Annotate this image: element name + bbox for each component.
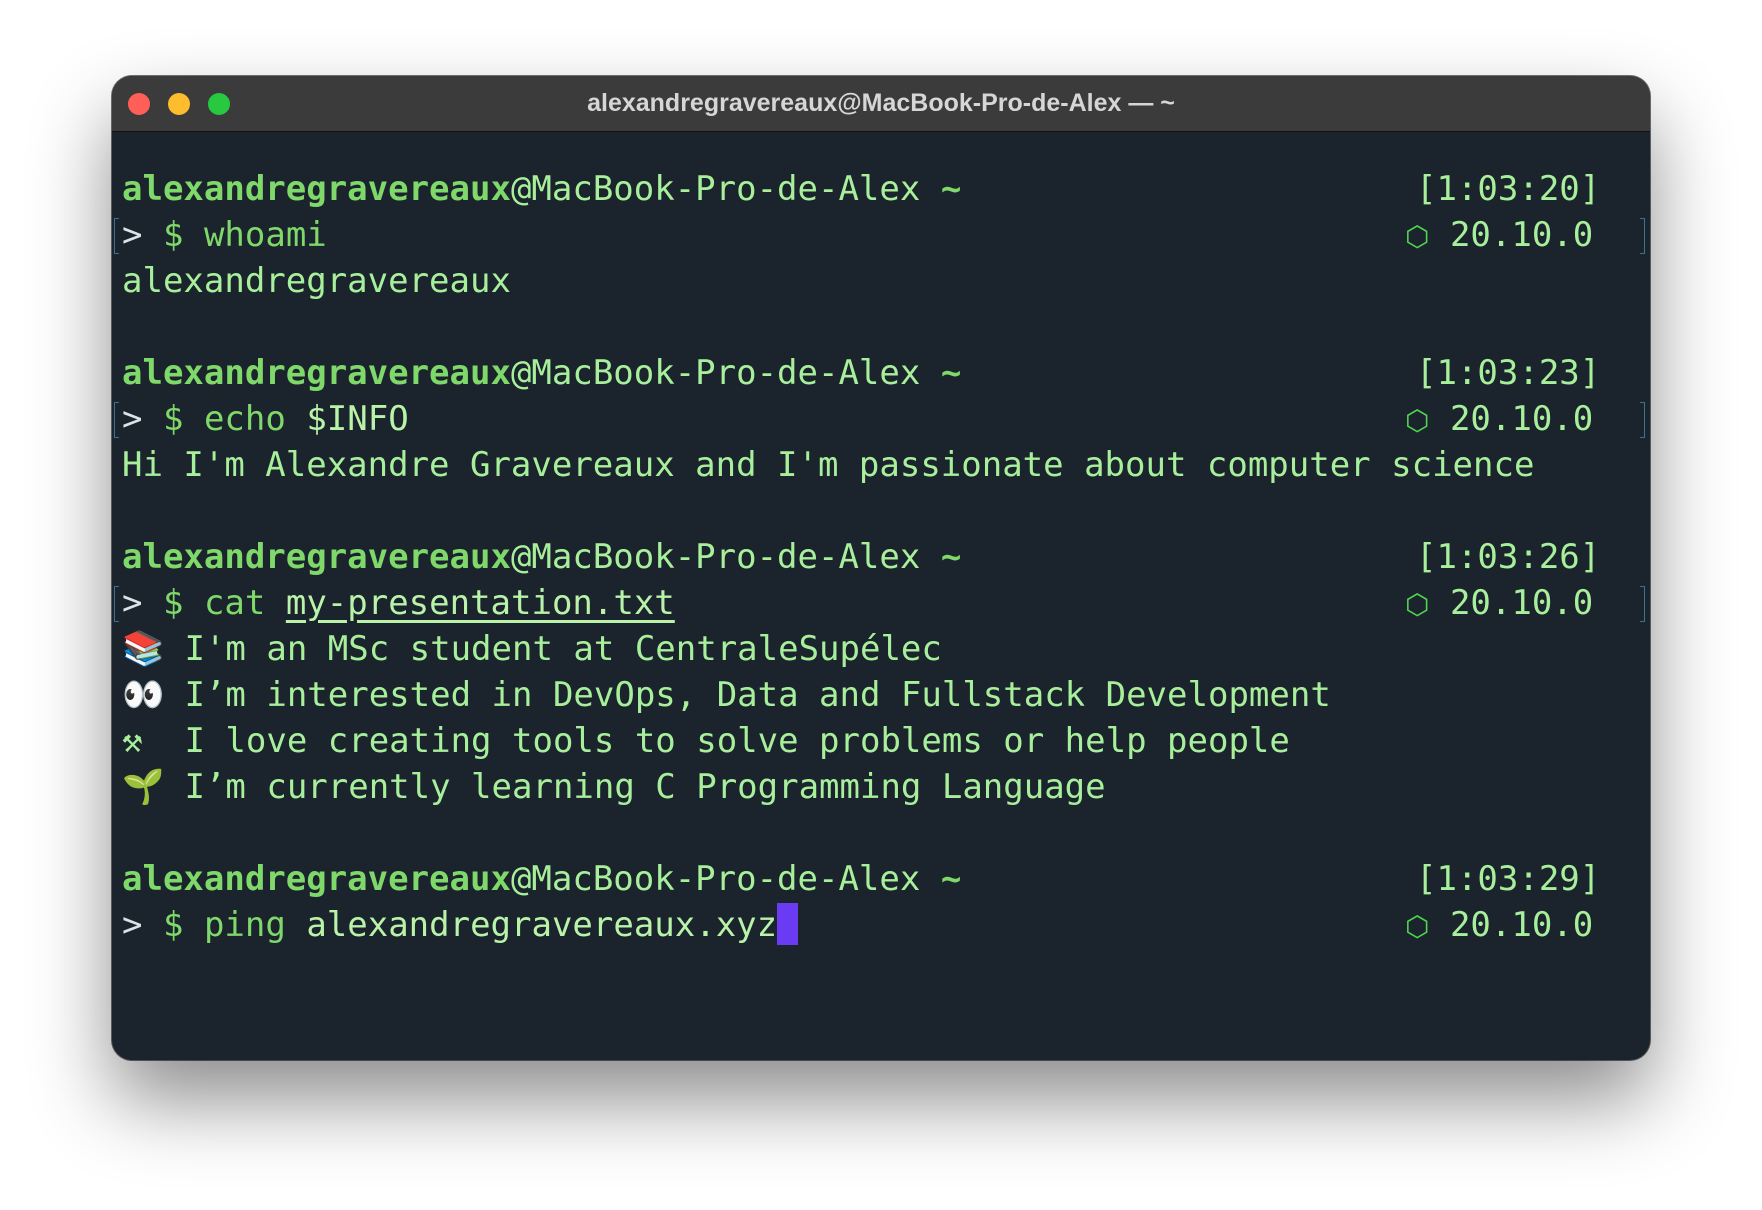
selection-bracket-left: [114, 586, 119, 622]
terminal-window: alexandregravereaux@MacBook-Pro-de-Alex …: [112, 76, 1650, 1060]
prompt-dir: ~: [920, 353, 962, 393]
node-version-label: 20.10.0: [1449, 399, 1594, 439]
command-argument: $INFO: [306, 399, 409, 439]
hexagon-icon: ⬡: [1405, 220, 1430, 253]
eyes-icon: 👀: [122, 675, 165, 715]
command-output: Hi I'm Alexandre Gravereaux and I'm pass…: [122, 445, 1535, 485]
hexagon-icon: ⬡: [1405, 910, 1430, 943]
window-title: alexandregravereaux@MacBook-Pro-de-Alex …: [587, 89, 1175, 117]
text-cursor: [777, 902, 799, 945]
prompt-host: @MacBook-Pro-de-Alex: [510, 353, 921, 393]
selection-bracket-right: [1640, 586, 1645, 622]
presentation-text: I'm an MSc student at CentraleSupélec: [184, 629, 942, 669]
prompt-timestamp: [1:03:20]: [1416, 169, 1601, 209]
prompt-dollar: $: [162, 905, 184, 945]
hexagon-icon: ⬡: [1405, 404, 1430, 437]
node-version: ⬡ 20.10.0: [1405, 902, 1593, 950]
command-line: > $ echo $INFO ⬡ 20.10.0: [114, 396, 1650, 444]
prompt-timestamp: [1:03:26]: [1416, 537, 1601, 577]
command-name: ping: [203, 905, 286, 945]
title-bar: alexandregravereaux@MacBook-Pro-de-Alex …: [112, 76, 1650, 132]
prompt-user: alexandregravereaux: [122, 169, 511, 209]
presentation-line: ⚒ I love creating tools to solve problem…: [122, 718, 1650, 764]
prompt-dollar: $: [162, 583, 184, 623]
node-version: ⬡ 20.10.0: [1405, 212, 1593, 260]
presentation-text: I’m interested in DevOps, Data and Fulls…: [184, 675, 1331, 715]
hexagon-icon: ⬡: [1405, 588, 1430, 621]
node-version-label: 20.10.0: [1449, 215, 1594, 255]
prompt-host: @MacBook-Pro-de-Alex: [510, 537, 921, 577]
prompt-header: alexandregravereaux@MacBook-Pro-de-Alex …: [122, 350, 1650, 396]
command-line: > $ whoami ⬡ 20.10.0: [114, 212, 1650, 260]
selection-bracket-left: [114, 402, 119, 438]
prompt-dir: ~: [920, 859, 962, 899]
books-icon: 📚: [122, 629, 165, 669]
presentation-line: 👀 I’m interested in DevOps, Data and Ful…: [122, 672, 1650, 718]
presentation-text: I love creating tools to solve problems …: [184, 721, 1290, 761]
prompt-dollar: $: [162, 215, 184, 255]
presentation-line: 🌱 I’m currently learning C Programming L…: [122, 764, 1650, 810]
command-line-active[interactable]: > $ ping alexandregravereaux.xyz ⬡ 20.10.…: [122, 902, 1650, 948]
node-version: ⬡ 20.10.0: [1405, 580, 1593, 628]
prompt-user: alexandregravereaux: [122, 537, 511, 577]
prompt-marker: >: [122, 215, 143, 255]
prompt-user: alexandregravereaux: [122, 859, 511, 899]
prompt-timestamp: [1:03:29]: [1416, 859, 1601, 899]
presentation-line: 📚 I'm an MSc student at CentraleSupélec: [122, 626, 1650, 672]
presentation-text: I’m currently learning C Programming Lan…: [184, 767, 1106, 807]
seedling-icon: 🌱: [122, 767, 165, 807]
prompt-marker: >: [122, 905, 143, 945]
terminal-content[interactable]: alexandregravereaux@MacBook-Pro-de-Alex …: [114, 166, 1650, 1060]
prompt-header: alexandregravereaux@MacBook-Pro-de-Alex …: [122, 166, 1650, 212]
node-version-label: 20.10.0: [1449, 583, 1594, 623]
prompt-marker: >: [122, 583, 143, 623]
prompt-user: alexandregravereaux: [122, 353, 511, 393]
prompt-host: @MacBook-Pro-de-Alex: [510, 859, 921, 899]
command-name: echo: [203, 399, 286, 439]
prompt-header: alexandregravereaux@MacBook-Pro-de-Alex …: [122, 856, 1650, 902]
prompt-timestamp: [1:03:23]: [1416, 353, 1601, 393]
command-name: whoami: [203, 215, 327, 255]
command-argument: alexandregravereaux.xyz: [306, 905, 778, 945]
prompt-marker: >: [122, 399, 143, 439]
prompt-header: alexandregravereaux@MacBook-Pro-de-Alex …: [122, 534, 1650, 580]
prompt-dir: ~: [920, 169, 962, 209]
hammer-wrench-icon: ⚒: [122, 721, 143, 761]
node-version: ⬡ 20.10.0: [1405, 396, 1593, 444]
command-output: alexandregravereaux: [122, 261, 511, 301]
selection-bracket-right: [1640, 402, 1645, 438]
prompt-host: @MacBook-Pro-de-Alex: [510, 169, 921, 209]
selection-bracket-left: [114, 218, 119, 254]
file-link[interactable]: my-presentation.txt: [286, 583, 675, 623]
command-line: > $ cat my-presentation.txt ⬡ 20.10.0: [114, 580, 1650, 628]
prompt-dollar: $: [162, 399, 184, 439]
node-version-label: 20.10.0: [1449, 905, 1594, 945]
prompt-dir: ~: [920, 537, 962, 577]
selection-bracket-right: [1640, 218, 1645, 254]
command-name: cat: [203, 583, 266, 623]
